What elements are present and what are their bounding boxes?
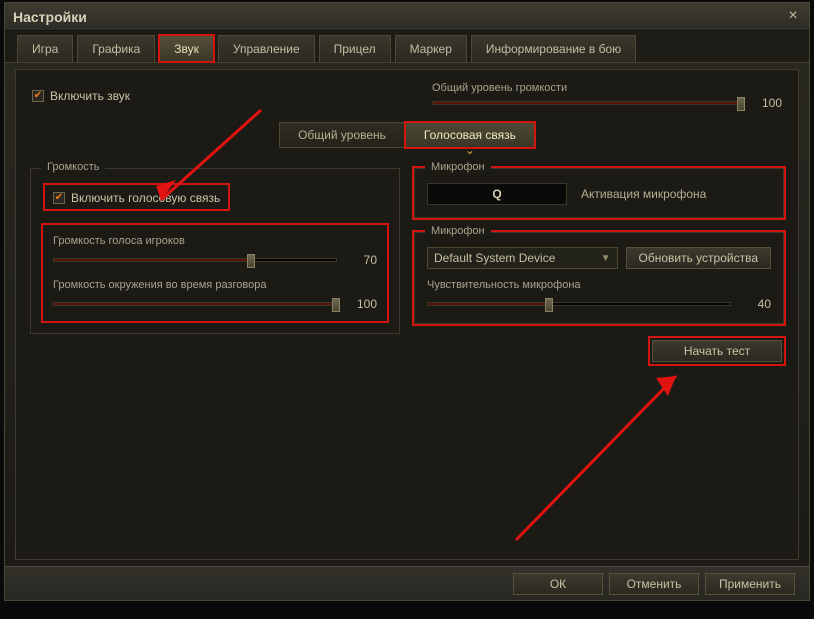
apply-button[interactable]: Применить	[705, 573, 795, 595]
checkbox-icon	[53, 192, 65, 204]
master-volume: Общий уровень громкости 100	[432, 82, 782, 110]
mic-sensitivity: Чувствительность микрофона 40	[427, 279, 771, 311]
mic-key-label: Активация микрофона	[581, 187, 706, 201]
enable-sound-label: Включить звук	[50, 89, 130, 103]
mic-key-row: Q Активация микрофона	[427, 183, 771, 205]
mic-device-title: Микрофон	[425, 225, 491, 237]
master-volume-label: Общий уровень громкости	[432, 82, 782, 94]
player-voice-slider[interactable]	[53, 258, 337, 262]
master-volume-value: 100	[752, 96, 782, 110]
subtab-general[interactable]: Общий уровень	[279, 122, 405, 148]
top-row: Включить звук Общий уровень громкости 10…	[16, 70, 798, 116]
master-volume-slider[interactable]	[432, 101, 742, 105]
enable-voice-highlight: Включить голосовую связь	[43, 183, 230, 211]
volume-fieldset-title: Громкость	[41, 161, 105, 173]
titlebar: Настройки ×	[5, 3, 809, 31]
player-voice-volume: Громкость голоса игроков 70	[53, 235, 377, 267]
player-voice-label: Громкость голоса игроков	[53, 235, 377, 247]
subtab-voice[interactable]: Голосовая связь	[405, 122, 535, 148]
ambient-value: 100	[347, 297, 377, 311]
columns: Громкость Включить голосовую связь Громк…	[16, 148, 798, 374]
enable-voice-label: Включить голосовую связь	[71, 191, 220, 205]
tab-game[interactable]: Игра	[17, 35, 73, 62]
ambient-slider[interactable]	[53, 302, 337, 306]
device-select[interactable]: Default System Device ▼	[427, 247, 618, 269]
tab-graphics[interactable]: Графика	[77, 35, 155, 62]
ambient-label: Громкость окружения во время разговора	[53, 279, 377, 291]
arrow-annotation	[496, 360, 716, 550]
start-test-row: Начать тест	[414, 338, 784, 364]
tab-battle-info[interactable]: Информирование в бою	[471, 35, 636, 62]
device-select-value: Default System Device	[434, 251, 555, 265]
footer: ОК Отменить Применить	[5, 566, 809, 600]
volume-fieldset: Громкость Включить голосовую связь Громк…	[30, 168, 400, 334]
tab-sound[interactable]: Звук	[159, 35, 214, 62]
start-test-button[interactable]: Начать тест	[652, 340, 782, 362]
slider-handle[interactable]	[545, 298, 553, 312]
close-icon[interactable]: ×	[785, 9, 801, 25]
left-column: Громкость Включить голосовую связь Громк…	[30, 168, 400, 364]
mic-sensitivity-label: Чувствительность микрофона	[427, 279, 771, 291]
mic-sensitivity-value: 40	[741, 297, 771, 311]
checkbox-icon	[32, 90, 44, 102]
tab-crosshair[interactable]: Прицел	[319, 35, 391, 62]
tab-bar: Игра Графика Звук Управление Прицел Марк…	[5, 31, 809, 63]
subtab-bar: Общий уровень Голосовая связь	[16, 122, 798, 148]
device-row: Default System Device ▼ Обновить устройс…	[427, 247, 771, 269]
player-voice-value: 70	[347, 253, 377, 267]
mic-sensitivity-slider[interactable]	[427, 302, 731, 306]
voice-sliders-highlight: Громкость голоса игроков 70 Громкость ок…	[43, 225, 387, 321]
tab-controls[interactable]: Управление	[218, 35, 315, 62]
start-test-highlight: Начать тест	[650, 338, 784, 364]
refresh-devices-button[interactable]: Обновить устройства	[626, 247, 772, 269]
tab-marker[interactable]: Маркер	[395, 35, 467, 62]
mic-activation-fieldset: Микрофон Q Активация микрофона	[414, 168, 784, 218]
chevron-down-icon: ▼	[601, 253, 611, 264]
mic-key-field[interactable]: Q	[427, 183, 567, 205]
slider-handle[interactable]	[332, 298, 340, 312]
mic-activation-title: Микрофон	[425, 161, 491, 173]
master-volume-slider-row: 100	[432, 96, 782, 110]
slider-handle[interactable]	[737, 97, 745, 111]
right-column: Микрофон Q Активация микрофона Микрофон …	[414, 168, 784, 364]
settings-window: Настройки × Игра Графика Звук Управление…	[4, 2, 810, 601]
slider-handle[interactable]	[247, 254, 255, 268]
cancel-button[interactable]: Отменить	[609, 573, 699, 595]
window-title: Настройки	[13, 9, 87, 25]
enable-sound-checkbox[interactable]: Включить звук	[32, 89, 130, 103]
mic-device-fieldset: Микрофон Default System Device ▼ Обновит…	[414, 232, 784, 324]
ambient-volume: Громкость окружения во время разговора 1…	[53, 279, 377, 311]
enable-voice-checkbox[interactable]: Включить голосовую связь	[53, 191, 220, 205]
panel-body: Включить звук Общий уровень громкости 10…	[15, 69, 799, 560]
ok-button[interactable]: ОК	[513, 573, 603, 595]
